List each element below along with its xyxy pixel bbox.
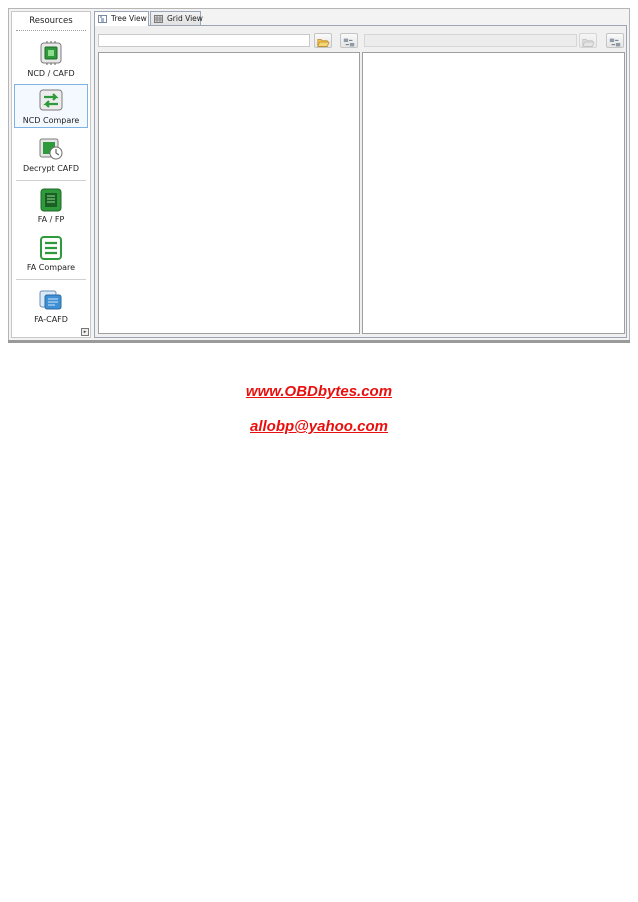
tab-grid-view[interactable]: Grid View — [150, 11, 203, 25]
sidebar-item-fa-fp[interactable]: FA / FP — [14, 184, 88, 228]
right-tree-pane[interactable] — [362, 52, 625, 334]
fa-compare-list-icon — [40, 236, 62, 260]
website-link[interactable]: www.OBDbytes.com — [0, 383, 638, 400]
sidebar-item-decrypt-cafd[interactable]: Decrypt CAFD — [14, 133, 88, 177]
tab-tree-view[interactable]: Tree View — [94, 11, 149, 26]
sidebar-divider — [16, 279, 86, 280]
decrypt-clock-icon — [39, 138, 63, 160]
compare-content-area — [94, 25, 627, 338]
sidebar-item-label: FA Compare — [26, 263, 76, 272]
sidebar-title: Resources — [16, 12, 86, 31]
chip-icon — [40, 41, 62, 65]
right-open-button[interactable] — [579, 33, 597, 48]
left-compare-button[interactable] — [340, 33, 358, 48]
sidebar-item-fa-cafd[interactable]: FA-CAFD — [14, 284, 88, 328]
sidebar-item-ncd-cafd[interactable]: NCD / CAFD — [14, 38, 88, 82]
tab-label: Grid View — [167, 14, 203, 23]
sidebar-item-ncd-compare[interactable]: NCD Compare — [14, 84, 88, 128]
left-open-button[interactable] — [314, 33, 332, 48]
fa-fp-document-icon — [40, 188, 62, 212]
fa-cafd-stack-icon — [39, 290, 62, 310]
tree-view-icon — [98, 15, 107, 23]
sidebar-item-label: FA / FP — [37, 215, 65, 224]
email-link[interactable]: allobp@yahoo.com — [0, 418, 638, 435]
right-file-path-input[interactable] — [364, 34, 577, 47]
sidebar-item-label: NCD / CAFD — [27, 69, 75, 78]
compare-arrows-icon — [39, 89, 63, 111]
folder-open-icon — [317, 39, 330, 47]
sidebar-item-label: NCD Compare — [22, 116, 80, 125]
sidebar-item-fa-compare[interactable]: FA Compare — [14, 232, 88, 276]
sidebar-item-label: Decrypt CAFD — [22, 164, 80, 173]
grid-view-icon — [154, 15, 163, 23]
compare-tool-icon — [609, 38, 621, 47]
compare-tool-icon — [343, 38, 355, 47]
sidebar-divider — [16, 180, 86, 181]
left-tree-pane[interactable] — [98, 52, 360, 334]
tab-label: Tree View — [111, 14, 147, 23]
folder-open-icon — [582, 39, 595, 47]
sidebar-expand-grip[interactable]: ▸ — [81, 328, 89, 336]
app-window: Resources NCD / CAFD NCD Compare Decrypt… — [8, 8, 630, 343]
left-file-path-input[interactable] — [98, 34, 310, 47]
sidebar-item-label: FA-CAFD — [34, 315, 68, 324]
right-compare-button[interactable] — [606, 33, 624, 48]
resources-sidebar: Resources NCD / CAFD NCD Compare Decrypt… — [11, 11, 91, 338]
